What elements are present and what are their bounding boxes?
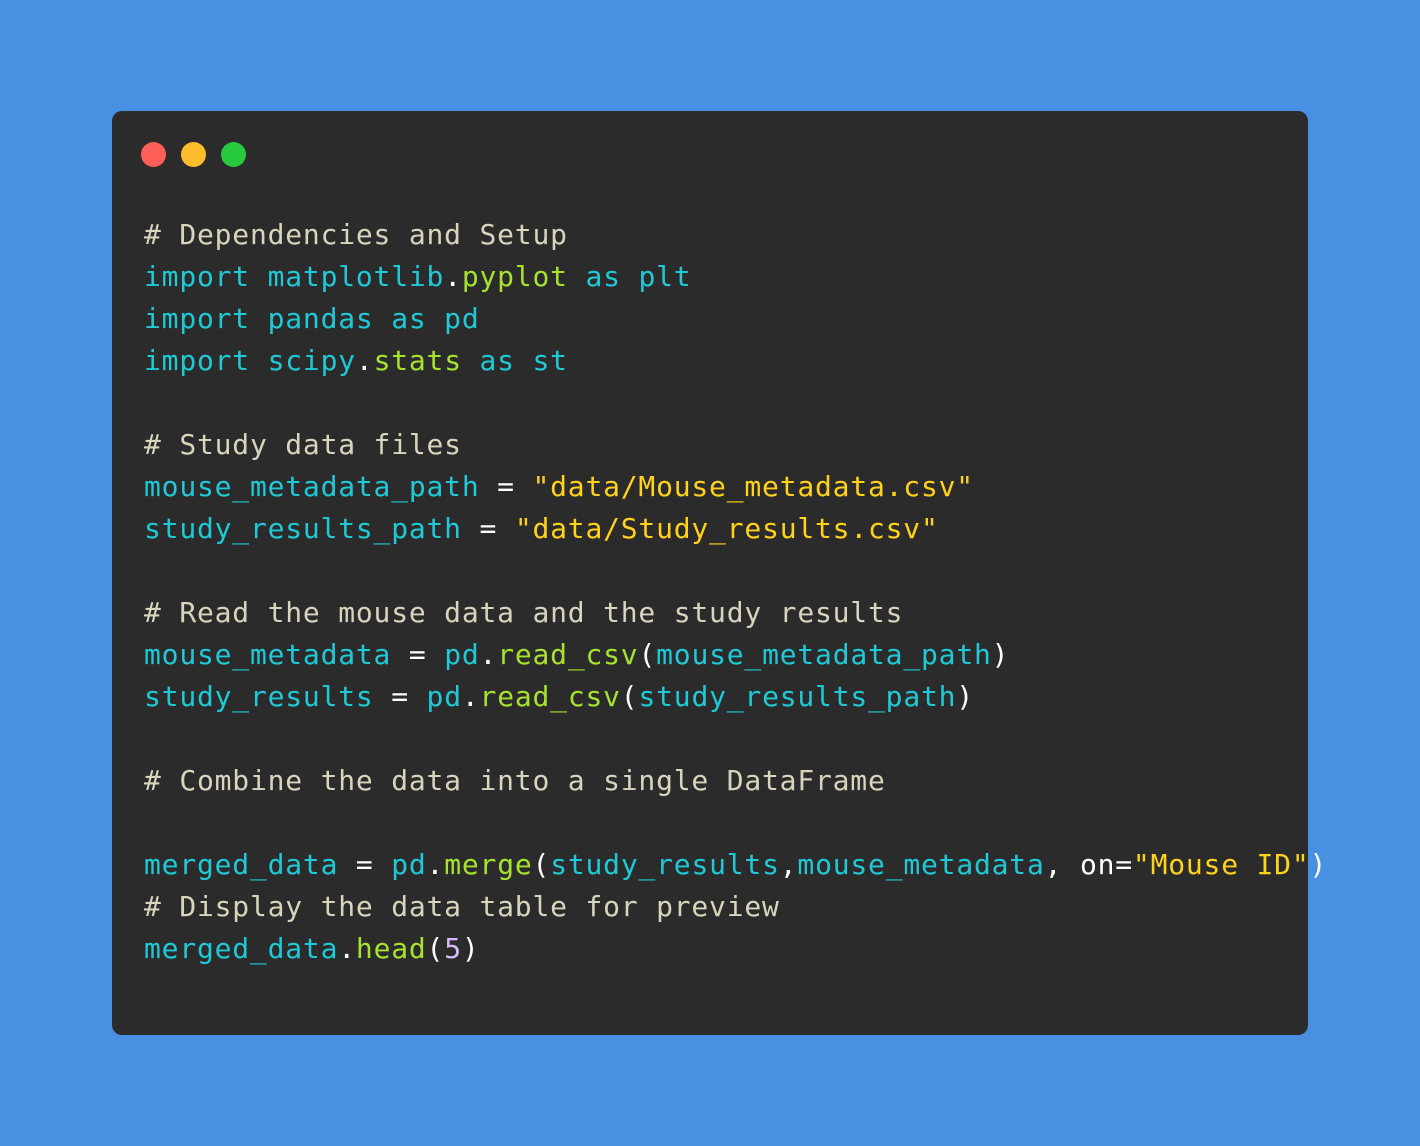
code-token-punctuation: ) bbox=[991, 638, 1010, 671]
code-line: merged_data.head(5) bbox=[144, 928, 1327, 970]
code-token-identifier: mouse_metadata_path bbox=[144, 470, 480, 503]
code-token-punctuation: = bbox=[461, 512, 515, 545]
code-token-identifier: import pandas as pd bbox=[144, 302, 480, 335]
code-token-attribute: pyplot bbox=[461, 260, 568, 293]
code-line: merged_data = pd.merge(study_results,mou… bbox=[144, 844, 1327, 886]
code-token-string: "data/Study_results.csv" bbox=[514, 512, 939, 545]
window-controls bbox=[141, 142, 246, 167]
code-token-identifier: study_results_path bbox=[144, 512, 462, 545]
code-line: import scipy.stats as st bbox=[144, 340, 1327, 382]
code-token-identifier: study_results bbox=[144, 680, 374, 713]
code-token-punctuation: . bbox=[355, 344, 374, 377]
code-line: # Combine the data into a single DataFra… bbox=[144, 760, 1327, 802]
code-token-string: "Mouse ID" bbox=[1132, 848, 1310, 881]
code-line: mouse_metadata = pd.read_csv(mouse_metad… bbox=[144, 634, 1327, 676]
code-token-number: 5 bbox=[444, 932, 462, 965]
code-token-string: "data/Mouse_metadata.csv" bbox=[532, 470, 974, 503]
code-token-identifier: study_results bbox=[550, 848, 780, 881]
code-line: mouse_metadata_path = "data/Mouse_metada… bbox=[144, 466, 1327, 508]
code-block: # Dependencies and Setup import matplotli… bbox=[144, 214, 1327, 970]
minimize-dot[interactable] bbox=[181, 142, 206, 167]
code-token-punctuation: . bbox=[426, 848, 445, 881]
code-token-punctuation: ) bbox=[956, 680, 974, 713]
code-line: import pandas as pd bbox=[144, 298, 1327, 340]
code-token-attribute: read_csv bbox=[497, 638, 639, 671]
code-line: # Read the mouse data and the study resu… bbox=[144, 592, 1327, 634]
code-token-punctuation: . bbox=[479, 638, 498, 671]
code-token-comment: # Study data files bbox=[144, 428, 462, 461]
code-line: # Dependencies and Setup bbox=[144, 214, 1327, 256]
code-token-punctuation: , on= bbox=[1044, 848, 1133, 881]
code-token-identifier: merged_data bbox=[144, 848, 339, 881]
code-token-punctuation: ) bbox=[1309, 848, 1328, 881]
code-token-identifier: import matplotlib bbox=[144, 260, 445, 293]
code-token-punctuation: . bbox=[338, 932, 356, 965]
code-token-comment: # Display the data table for preview bbox=[144, 890, 780, 923]
close-dot[interactable] bbox=[141, 142, 166, 167]
code-token-punctuation: , bbox=[779, 848, 798, 881]
code-line: # Study data files bbox=[144, 424, 1327, 466]
code-window: # Dependencies and Setup import matplotli… bbox=[112, 111, 1326, 1035]
code-token-attribute: merge bbox=[444, 848, 533, 881]
code-token-identifier: pd bbox=[426, 680, 462, 713]
maximize-dot[interactable] bbox=[221, 142, 246, 167]
code-token-punctuation: ( bbox=[638, 638, 657, 671]
code-line: # Display the data table for preview bbox=[144, 886, 1327, 928]
code-token-identifier: mouse_metadata_path bbox=[656, 638, 992, 671]
code-token-identifier: mouse_metadata bbox=[144, 638, 392, 671]
code-token-punctuation: = bbox=[391, 638, 445, 671]
code-line: import matplotlib.pyplot as plt bbox=[144, 256, 1327, 298]
code-token-identifier: import scipy bbox=[144, 344, 356, 377]
code-token-identifier: study_results_path bbox=[638, 680, 957, 713]
code-token-punctuation: ( bbox=[426, 932, 445, 965]
code-token-attribute: stats bbox=[373, 344, 462, 377]
code-token-punctuation: ) bbox=[461, 932, 480, 965]
code-token-identifier: as st bbox=[461, 344, 568, 377]
code-line: study_results_path = "data/Study_results… bbox=[144, 508, 1327, 550]
code-token-identifier: as plt bbox=[567, 260, 692, 293]
code-token-punctuation: . bbox=[461, 680, 480, 713]
code-token-comment: # Read the mouse data and the study resu… bbox=[144, 596, 904, 629]
code-token-punctuation: = bbox=[373, 680, 427, 713]
code-token-identifier: pd bbox=[391, 848, 427, 881]
code-token-punctuation: ( bbox=[620, 680, 639, 713]
code-token-punctuation: = bbox=[338, 848, 392, 881]
code-token-punctuation: ( bbox=[532, 848, 551, 881]
code-token-identifier: pd bbox=[444, 638, 480, 671]
code-token-attribute: read_csv bbox=[479, 680, 621, 713]
code-line: study_results = pd.read_csv(study_result… bbox=[144, 676, 1327, 718]
code-token-identifier: merged_data bbox=[144, 932, 339, 965]
code-token-comment: # Dependencies and Setup bbox=[144, 218, 568, 251]
code-token-punctuation: = bbox=[479, 470, 533, 503]
code-token-punctuation: . bbox=[444, 260, 462, 293]
code-token-comment: # Combine the data into a single DataFra… bbox=[144, 764, 886, 797]
code-token-identifier: mouse_metadata bbox=[797, 848, 1045, 881]
code-token-attribute: head bbox=[355, 932, 427, 965]
